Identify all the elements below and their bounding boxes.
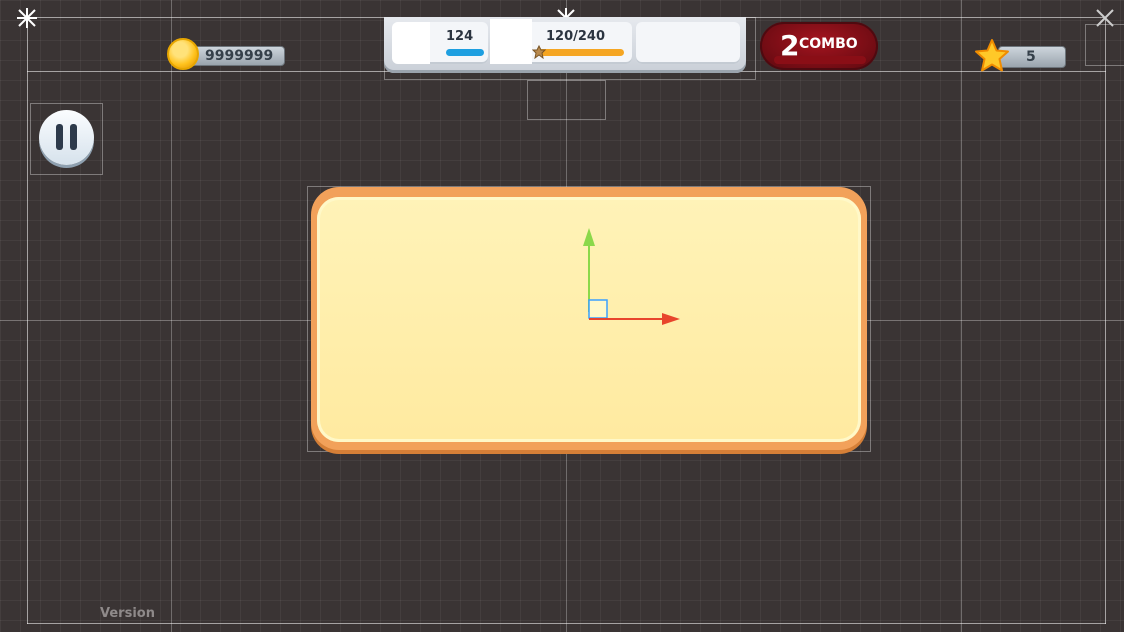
coin-count: 9999999 xyxy=(205,48,274,64)
combo-label: COMBO xyxy=(799,36,858,52)
status-panel: 124 120/240 xyxy=(384,17,746,73)
empty-slot xyxy=(636,22,740,64)
guide-left-column xyxy=(171,0,172,632)
cookie-slot: 120/240 xyxy=(490,19,632,64)
cookie-progress-text: 120/240 xyxy=(546,29,606,44)
cookie-slot-icon-area xyxy=(490,19,532,64)
stat-slot-icon-area xyxy=(392,22,430,64)
cookie-progress-bar xyxy=(538,49,624,56)
pause-button[interactable] xyxy=(39,110,94,165)
move-gizmo-icon[interactable] xyxy=(578,226,688,326)
stat-value: 124 xyxy=(446,29,474,44)
combo-count: 2 xyxy=(780,29,800,62)
stat-slot: 124 xyxy=(392,22,488,64)
coin-counter: 9999999 xyxy=(167,38,287,70)
stat-progress-bar xyxy=(446,49,484,56)
star-counter: 5 xyxy=(975,39,1068,74)
anchor-icon xyxy=(17,8,37,28)
coin-icon xyxy=(167,38,199,70)
guide-right-column xyxy=(961,0,962,632)
anchor-icon xyxy=(1096,9,1114,27)
star-count: 5 xyxy=(1026,49,1036,65)
combo-badge: 2 COMBO xyxy=(760,22,878,70)
pause-icon xyxy=(70,124,77,150)
version-label: Version xyxy=(100,606,155,621)
cookie-icon xyxy=(532,45,546,59)
pause-icon xyxy=(56,124,63,150)
star-icon xyxy=(975,39,1009,72)
small-rect-outline xyxy=(527,80,606,120)
corner-rect-outline xyxy=(1085,24,1124,66)
